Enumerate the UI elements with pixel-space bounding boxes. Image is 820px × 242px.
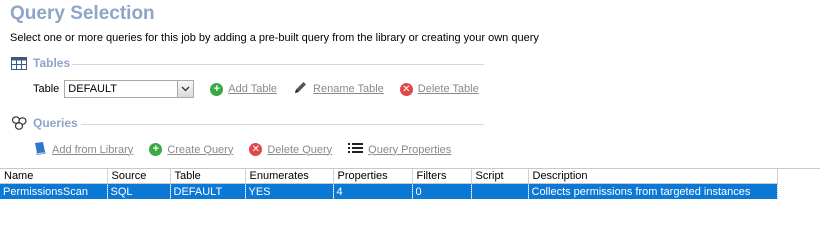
- column-header-script[interactable]: Script: [471, 169, 529, 184]
- tables-divider: [72, 64, 484, 65]
- cell-enumerates: YES: [245, 183, 334, 199]
- cell-description: Collects permissions from targeted insta…: [528, 183, 778, 199]
- table-grid-icon: [10, 56, 28, 70]
- column-header-properties[interactable]: Properties: [333, 169, 413, 184]
- add-from-library-button[interactable]: Add from Library: [33, 141, 133, 158]
- query-properties-button[interactable]: Query Properties: [348, 142, 451, 157]
- delete-icon: ✕: [399, 82, 413, 96]
- delete-table-button[interactable]: ✕ Delete Table: [399, 82, 479, 96]
- column-header-name[interactable]: Name: [0, 169, 108, 184]
- table-select[interactable]: DEFAULT: [64, 80, 195, 98]
- cell-script: [471, 183, 529, 199]
- queries-section-header: Queries: [10, 116, 78, 130]
- list-icon: [348, 142, 364, 157]
- rename-table-button[interactable]: Rename Table: [293, 80, 384, 98]
- delete-table-label: Delete Table: [417, 83, 479, 95]
- create-query-button[interactable]: + Create Query: [149, 143, 233, 156]
- create-query-label: Create Query: [167, 143, 234, 156]
- queries-heading: Queries: [33, 116, 78, 130]
- query-toolbar: Add from Library + Create Query ✕ Delete…: [33, 141, 467, 158]
- column-header-enumerates[interactable]: Enumerates: [245, 169, 334, 184]
- queries-divider: [81, 124, 484, 125]
- delete-icon: ✕: [249, 143, 263, 156]
- tables-heading: Tables: [33, 56, 71, 70]
- cell-source: SQL: [107, 183, 171, 199]
- add-icon: +: [149, 143, 163, 156]
- page-subtitle: Select one or more queries for this job …: [10, 32, 539, 44]
- column-header-table[interactable]: Table: [170, 169, 246, 184]
- book-icon: [33, 141, 47, 158]
- grid-header-row: Name Source Table Enumerates Properties …: [0, 169, 778, 184]
- cell-table: DEFAULT: [170, 183, 246, 199]
- table-label: Table: [33, 83, 60, 95]
- cell-filters: 0: [412, 183, 472, 199]
- cell-name: PermissionsScan: [0, 183, 108, 199]
- table-select-value: DEFAULT: [68, 83, 117, 95]
- column-header-description[interactable]: Description: [528, 169, 778, 184]
- pencil-icon: [293, 80, 308, 98]
- table-toolbar: Table DEFAULT + Add Table Rename Table ✕…: [33, 80, 495, 98]
- delete-query-button[interactable]: ✕ Delete Query: [249, 143, 332, 156]
- table-row[interactable]: PermissionsScan SQL DEFAULT YES 4 0 Coll…: [0, 183, 778, 199]
- add-icon: +: [210, 82, 224, 96]
- add-from-library-label: Add from Library: [52, 143, 134, 156]
- cell-properties: 4: [333, 183, 413, 199]
- delete-query-label: Delete Query: [267, 143, 333, 156]
- tables-section-header: Tables: [10, 56, 70, 70]
- rename-table-label: Rename Table: [313, 83, 384, 95]
- column-header-source[interactable]: Source: [107, 169, 171, 184]
- add-table-label: Add Table: [228, 83, 278, 95]
- queries-icon: [10, 116, 28, 130]
- column-header-filters[interactable]: Filters: [412, 169, 472, 184]
- page-title: Query Selection: [10, 3, 155, 24]
- add-table-button[interactable]: + Add Table: [210, 82, 278, 96]
- queries-grid: Name Source Table Enumerates Properties …: [0, 169, 778, 199]
- chevron-down-icon[interactable]: [177, 81, 194, 97]
- query-properties-label: Query Properties: [368, 143, 452, 156]
